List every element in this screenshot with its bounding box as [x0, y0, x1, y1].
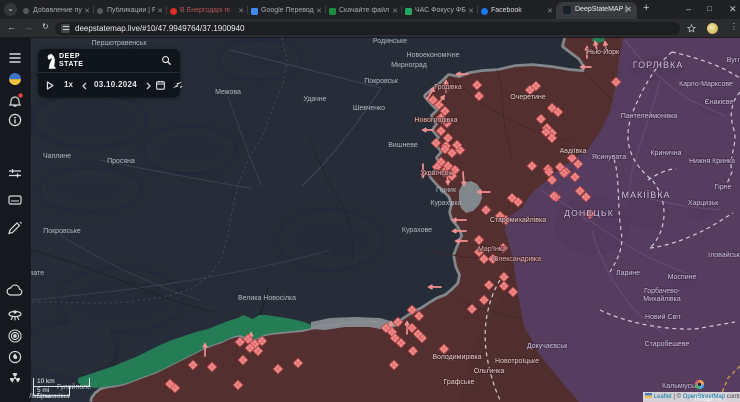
svg-text:Шевченко: Шевченко [353, 105, 385, 112]
svg-text:Нижня Кринка: Нижня Кринка [689, 158, 735, 165]
svg-text:Велика Новосілка: Велика Новосілка [238, 294, 296, 302]
svg-text:Старобешеве: Старобешеве [645, 340, 690, 348]
svg-text:Просяна: Просяна [107, 158, 135, 165]
svg-text:Новогродівка: Новогродівка [414, 116, 457, 124]
svg-text:ГОРЛІВКА: ГОРЛІВКА [633, 60, 684, 70]
svg-text:Єнакієве: Єнакієве [705, 98, 734, 106]
svg-text:Кринична: Кринична [650, 150, 681, 157]
svg-text:Михайлівка: Михайлівка [643, 295, 681, 303]
svg-text:Мирноград: Мирноград [391, 62, 427, 69]
svg-text:Старомихайлівка: Старомихайлівка [490, 216, 546, 224]
svg-text:Харцизьк: Харцизьк [688, 200, 719, 207]
svg-text:Графське: Графське [443, 379, 474, 386]
svg-text:Межова: Межова [215, 89, 241, 96]
svg-text:Горбачево-: Горбачево- [644, 287, 681, 295]
svg-text:Новотроїцьке: Новотроїцьке [495, 358, 539, 365]
svg-text:Олександрівка: Олександрівка [493, 255, 541, 263]
svg-text:Іловайськ: Іловайськ [708, 251, 740, 259]
svg-text:Покровське: Покровське [43, 228, 81, 235]
svg-text:Ясинувата: Ясинувата [592, 154, 626, 161]
svg-text:ДОНЕЦЬК: ДОНЕЦЬК [564, 208, 614, 218]
svg-text:вате: вате [31, 270, 44, 277]
svg-text:Нью-Йорк: Нью-Йорк [587, 47, 620, 56]
svg-text:Курахівка: Курахівка [430, 199, 461, 207]
svg-text:Моспине: Моспине [668, 274, 697, 281]
svg-text:Родинське: Родинське [373, 38, 407, 45]
svg-text:Ларине: Ларине [616, 270, 640, 277]
svg-text:Новоекономічне: Новоекономічне [407, 51, 460, 59]
svg-text:Чаплине: Чаплине [43, 153, 71, 160]
svg-text:Пантелеймонівка: Пантелеймонівка [621, 112, 678, 120]
svg-text:Покровськ: Покровськ [364, 78, 399, 85]
svg-text:Очеретине: Очеретине [510, 94, 546, 101]
svg-text:Гірне: Гірне [715, 183, 732, 191]
svg-text:Володимирівка: Володимирівка [432, 353, 481, 361]
svg-text:Новий Світ: Новий Світ [645, 313, 682, 321]
svg-text:Першотравенськ: Першотравенськ [92, 40, 148, 47]
svg-text:Українськ: Українськ [420, 170, 452, 177]
svg-text:Гірник: Гірник [436, 186, 457, 194]
svg-text:Вишневе: Вишневе [388, 142, 418, 149]
svg-text:Вугл: Вугл [727, 57, 740, 64]
svg-text:Курахове: Курахове [402, 227, 432, 234]
svg-text:Карло-Марксове: Карло-Марксове [679, 81, 733, 88]
svg-text:Гродівка: Гродівка [434, 83, 462, 91]
svg-text:Авдіївка: Авдіївка [560, 147, 587, 155]
svg-text:Удачне: Удачне [303, 96, 326, 103]
svg-text:МАКІЇВКА: МАКІЇВКА [622, 190, 671, 200]
svg-text:Мар'їнка: Мар'їнка [478, 246, 506, 253]
svg-text:Ольгинка: Ольгинка [474, 368, 505, 375]
svg-text:Докучаєвськ: Докучаєвськ [527, 343, 568, 350]
